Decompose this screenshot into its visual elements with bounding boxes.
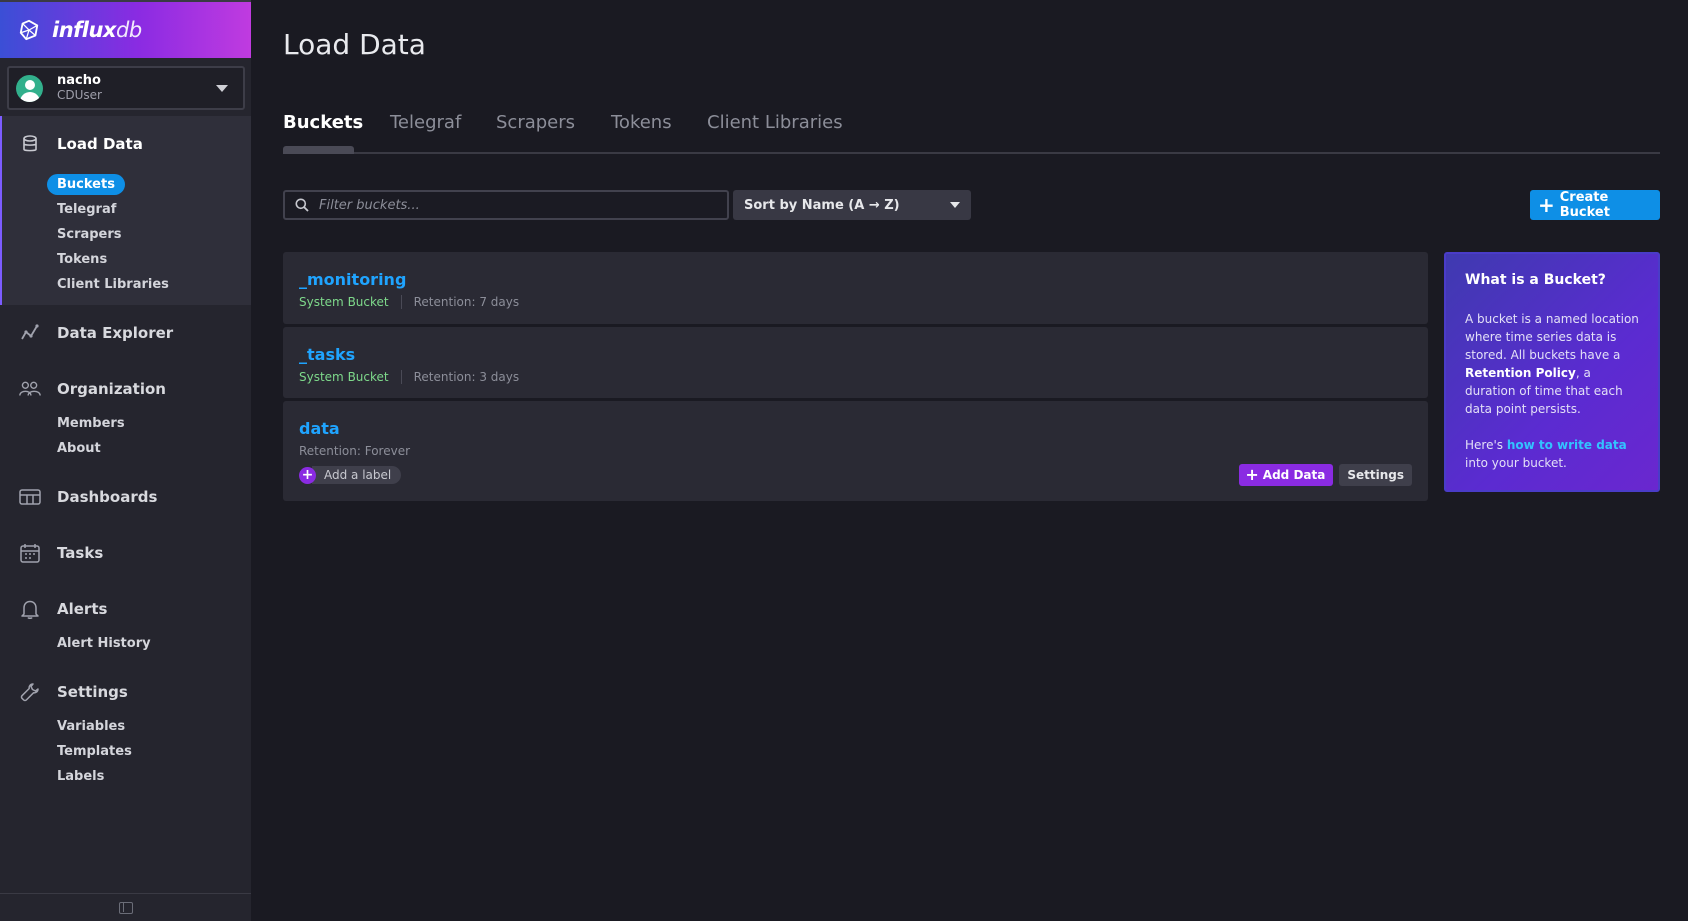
brand-header[interactable]: influxdb [0, 2, 251, 58]
sidebar-item-label: Dashboards [57, 488, 158, 506]
sidebar-subitem-scrapers[interactable]: Scrapers [2, 222, 251, 247]
sidebar-subitem-labels[interactable]: Labels [0, 764, 251, 789]
sidebar: influxdb nacho CDUser Load Data Buckets … [0, 0, 251, 921]
add-label-text: Add a label [312, 466, 402, 484]
graph-line-icon [18, 321, 42, 345]
write-data-link[interactable]: how to write data [1507, 438, 1627, 452]
add-data-button[interactable]: + Add Data [1239, 464, 1334, 486]
dashboard-grid-icon [18, 485, 42, 509]
sidebar-item-label: Tasks [57, 544, 104, 562]
calendar-icon [18, 541, 42, 565]
bucket-card: _monitoring System Bucket Retention: 7 d… [283, 252, 1428, 324]
retention-text: Retention: 7 days [413, 295, 520, 309]
help-footer: Here's how to write data into your bucke… [1465, 438, 1627, 470]
sidebar-item-data-explorer[interactable]: Data Explorer [0, 305, 251, 361]
sort-dropdown[interactable]: Sort by Name (A → Z) [733, 190, 971, 220]
system-bucket-badge: System Bucket [299, 295, 389, 309]
tab-bar: Buckets Telegraf Scrapers Tokens Client … [283, 108, 1660, 154]
sidebar-item-label: Load Data [57, 135, 143, 153]
nav-section-organization: Organization Members About [0, 361, 251, 469]
tab-tokens[interactable]: Tokens [611, 112, 672, 133]
help-body: A bucket is a named location where time … [1465, 312, 1639, 416]
sidebar-subitem-templates[interactable]: Templates [0, 739, 251, 764]
filter-buckets-input[interactable] [319, 197, 699, 213]
bucket-name-link[interactable]: _monitoring [299, 252, 1412, 289]
sidebar-item-label: Organization [57, 380, 166, 398]
sidebar-item-settings[interactable]: Settings [0, 664, 251, 720]
wrench-icon [18, 680, 42, 704]
nav-section-settings: Settings Variables Templates Labels [0, 664, 251, 797]
bucket-list: _monitoring System Bucket Retention: 7 d… [283, 252, 1428, 504]
sidebar-item-dashboards[interactable]: Dashboards [0, 469, 251, 525]
create-bucket-button[interactable]: + Create Bucket [1530, 190, 1660, 220]
nav-section-data-explorer: Data Explorer [0, 305, 251, 361]
database-icon [18, 132, 42, 156]
filter-buckets-field[interactable] [283, 190, 729, 220]
collapse-icon [118, 901, 133, 914]
chevron-down-icon [216, 85, 228, 92]
plus-icon: + [1538, 193, 1555, 217]
sidebar-subitem-tokens[interactable]: Tokens [2, 247, 251, 272]
bucket-help-panel: What is a Bucket? A bucket is a named lo… [1444, 252, 1660, 492]
sidebar-nav: Load Data Buckets Telegraf Scrapers Toke… [0, 116, 251, 797]
sidebar-item-tasks[interactable]: Tasks [0, 525, 251, 581]
tab-client-libraries[interactable]: Client Libraries [707, 112, 843, 133]
user-switcher[interactable]: nacho CDUser [7, 66, 245, 110]
influxdb-logo-icon [19, 19, 39, 41]
bucket-name-link[interactable]: data [299, 401, 1412, 438]
user-name: nacho [57, 73, 101, 88]
sidebar-item-label: Settings [57, 683, 128, 701]
sidebar-subitem-buckets[interactable]: Buckets [2, 172, 251, 197]
avatar [16, 74, 43, 102]
bucket-card: _tasks System Bucket Retention: 3 days [283, 327, 1428, 398]
sidebar-item-label: Alerts [57, 600, 108, 618]
divider [400, 295, 402, 309]
sidebar-item-alerts[interactable]: Alerts [0, 581, 251, 637]
create-bucket-label: Create Bucket [1559, 190, 1610, 220]
divider [400, 370, 402, 384]
brand-name: influxdb [52, 18, 142, 42]
plus-icon: + [299, 466, 316, 484]
sidebar-subitem-variables[interactable]: Variables [0, 714, 251, 739]
sidebar-subitem-alert-history[interactable]: Alert History [0, 631, 251, 656]
search-icon [295, 198, 309, 212]
tab-scrapers[interactable]: Scrapers [496, 112, 575, 133]
sidebar-subitem-telegraf[interactable]: Telegraf [2, 197, 251, 222]
chevron-down-icon [950, 202, 960, 208]
user-role: CDUser [57, 88, 102, 102]
sidebar-subitem-about[interactable]: About [0, 436, 251, 461]
bucket-settings-button[interactable]: Settings [1339, 464, 1412, 486]
retention-text: Retention: Forever [299, 444, 411, 458]
nav-section-dashboards: Dashboards [0, 469, 251, 525]
users-icon [18, 377, 42, 401]
active-tab-indicator [283, 146, 354, 154]
sidebar-item-load-data[interactable]: Load Data [2, 116, 251, 172]
tab-telegraf[interactable]: Telegraf [390, 112, 461, 133]
tab-buckets[interactable]: Buckets [283, 112, 363, 133]
sidebar-item-label: Data Explorer [57, 324, 174, 342]
sort-dropdown-label: Sort by Name (A → Z) [744, 197, 900, 213]
retention-text: Retention: 3 days [413, 370, 520, 384]
help-title: What is a Bucket? [1465, 272, 1606, 288]
collapse-sidebar-button[interactable] [0, 893, 251, 921]
sidebar-item-organization[interactable]: Organization [0, 361, 251, 417]
bucket-name-link[interactable]: _tasks [299, 327, 1412, 364]
system-bucket-badge: System Bucket [299, 370, 389, 384]
nav-section-alerts: Alerts Alert History [0, 581, 251, 664]
bell-icon [18, 597, 42, 621]
plus-icon: + [1245, 465, 1259, 484]
nav-section-tasks: Tasks [0, 525, 251, 581]
nav-section-load-data: Load Data Buckets Telegraf Scrapers Toke… [0, 116, 251, 305]
add-data-label: Add Data [1262, 468, 1326, 482]
page-title: Load Data [283, 28, 426, 61]
bucket-card: data Retention: Forever + Add a label + … [283, 401, 1428, 501]
sidebar-subitem-members[interactable]: Members [0, 411, 251, 436]
sidebar-subitem-client-libraries[interactable]: Client Libraries [2, 272, 251, 297]
